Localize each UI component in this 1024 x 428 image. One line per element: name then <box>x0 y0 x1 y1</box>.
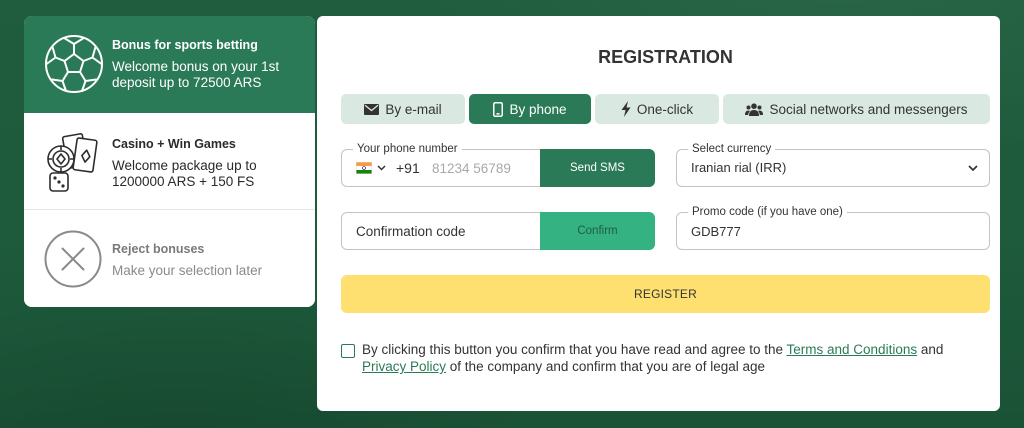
bonus-title: Casino + Win Games <box>112 137 236 151</box>
agreement-text-middle: and <box>920 342 944 357</box>
bonus-option-casino[interactable]: Casino + Win Games Welcome package up to… <box>24 113 315 210</box>
tab-social-networks[interactable]: Social networks and messengers <box>723 94 990 124</box>
phone-number-field: Your phone number +91 Send SMS <box>341 142 655 187</box>
bonus-selection-panel: Bonus for sports betting Welcome bonus o… <box>24 16 315 307</box>
confirm-button[interactable]: Confirm <box>540 212 655 250</box>
close-circle-icon <box>44 230 102 288</box>
tab-label: One-click <box>636 101 694 117</box>
confirmation-code-field: Confirm <box>341 212 655 250</box>
terms-and-conditions-link[interactable]: Terms and Conditions <box>787 342 918 357</box>
users-group-icon <box>745 102 764 116</box>
casino-chips-cards-dice-icon <box>47 133 98 192</box>
bonus-description: Make your selection later <box>112 263 263 278</box>
send-sms-button[interactable]: Send SMS <box>540 149 655 187</box>
chevron-down-icon <box>968 165 978 171</box>
tab-by-email[interactable]: By e-mail <box>341 94 465 124</box>
promo-code-field: Promo code (if you have one) <box>676 205 990 250</box>
country-code-select[interactable]: +91 <box>356 150 420 186</box>
registration-method-tabs: By e-mail By phone One-click Social netw… <box>341 94 990 124</box>
currency-value: Iranian rial (IRR) <box>691 160 787 175</box>
privacy-policy-link[interactable]: Privacy Policy <box>362 359 446 374</box>
agreement-checkbox[interactable] <box>341 344 355 358</box>
currency-select[interactable]: Select currency Iranian rial (IRR) <box>676 142 990 187</box>
register-button[interactable]: REGISTER <box>341 275 990 313</box>
form-title: REGISTRATION <box>598 47 733 67</box>
agreement-text-before: By clicking this button you confirm that… <box>362 342 783 357</box>
lightning-icon <box>621 101 631 117</box>
agreement-text-after: of the company and confirm that you are … <box>449 359 765 374</box>
bonus-option-text: Casino + Win Games Welcome package up to… <box>112 136 302 189</box>
mobile-phone-icon <box>493 101 504 117</box>
bonus-option-sports[interactable]: Bonus for sports betting Welcome bonus o… <box>24 16 315 113</box>
tab-label: By e-mail <box>385 101 442 117</box>
phone-number-input[interactable] <box>432 150 536 186</box>
tab-one-click[interactable]: One-click <box>595 94 719 124</box>
envelope-icon <box>364 103 380 115</box>
tab-label: By phone <box>509 101 567 117</box>
bonus-description: Welcome bonus on your 1st deposit up to … <box>112 59 280 90</box>
bonus-option-text: Bonus for sports betting Welcome bonus o… <box>112 37 302 90</box>
bonus-description: Welcome package up to 1200000 ARS + 150 … <box>112 158 257 189</box>
tab-label: Social networks and messengers <box>769 101 968 117</box>
tab-by-phone[interactable]: By phone <box>469 94 591 124</box>
promo-code-input[interactable] <box>677 213 989 249</box>
bonus-option-text: Reject bonuses Make your selection later <box>112 241 302 279</box>
bonus-title: Reject bonuses <box>112 242 205 256</box>
soccer-ball-icon <box>45 35 103 93</box>
chevron-down-icon <box>377 165 386 171</box>
india-flag-icon <box>356 162 372 174</box>
confirmation-code-input[interactable] <box>342 213 540 249</box>
country-code: +91 <box>396 160 420 176</box>
bonus-title: Bonus for sports betting <box>112 38 258 52</box>
registration-form: REGISTRATION By e-mail By phone One-clic… <box>317 16 1000 411</box>
agreement-text: By clicking this button you confirm that… <box>362 341 974 375</box>
bonus-option-reject[interactable]: Reject bonuses Make your selection later <box>24 210 315 307</box>
